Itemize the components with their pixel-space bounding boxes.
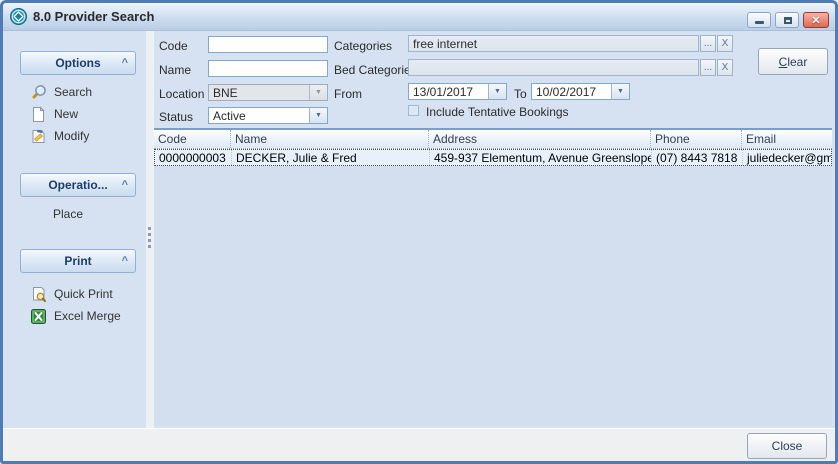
categories-value: free internet: [413, 37, 477, 51]
sidebar-item-search[interactable]: Search: [30, 83, 92, 101]
sidebar-item-label: Modify: [54, 129, 89, 143]
location-label: Location: [159, 87, 204, 101]
to-label: To: [514, 87, 527, 101]
column-header-name[interactable]: Name: [231, 130, 429, 148]
main-panel: Code Name Location BNE ▼ Status Active ▼…: [153, 31, 835, 428]
window-controls: ✕: [747, 12, 829, 28]
cell-email: juliedecker@gmail: [743, 150, 831, 165]
code-label: Code: [159, 39, 188, 53]
sidebar-item-place[interactable]: Place: [53, 205, 83, 223]
column-header-address[interactable]: Address: [429, 130, 651, 148]
close-button[interactable]: Close: [747, 433, 827, 459]
results-grid-header: Code Name Address Phone Email: [154, 130, 832, 149]
bed-categories-field[interactable]: [408, 59, 699, 76]
categories-clear-button[interactable]: X: [717, 35, 733, 52]
name-input[interactable]: [208, 60, 328, 77]
sidebar: Options ^ Search: [3, 31, 146, 428]
to-date-picker[interactable]: 10/02/2017 ▼: [531, 83, 630, 100]
clear-button[interactable]: Clear: [758, 48, 828, 75]
new-document-icon: [30, 106, 47, 123]
sidebar-item-label: Quick Print: [54, 287, 113, 301]
clear-x-icon: X: [722, 62, 729, 73]
clear-x-icon: X: [722, 38, 729, 49]
status-label: Status: [159, 110, 193, 124]
categories-lookup-button[interactable]: ...: [700, 35, 716, 52]
include-tentative-label: Include Tentative Bookings: [426, 105, 569, 119]
cell-code: 0000000003: [155, 150, 232, 165]
bed-categories-label: Bed Categories: [334, 63, 417, 77]
bed-categories-lookup-button[interactable]: ...: [700, 59, 716, 76]
table-row[interactable]: 0000000003 DECKER, Julie & Fred 459-937 …: [154, 149, 832, 166]
provider-search-window: 8.0 Provider Search ✕ Options ^: [0, 0, 838, 464]
include-tentative-checkbox[interactable]: [408, 105, 419, 116]
categories-label: Categories: [334, 39, 392, 53]
splitter-grip-icon: [148, 227, 151, 251]
sidebar-item-modify[interactable]: Modify: [30, 127, 89, 145]
section-title: Operatio...: [48, 178, 107, 192]
sidebar-item-label: New: [54, 107, 78, 121]
sidebar-item-quick-print[interactable]: Quick Print: [30, 285, 113, 303]
maximize-icon: [784, 17, 792, 24]
sidebar-item-label: Search: [54, 85, 92, 99]
close-window-button[interactable]: ✕: [803, 12, 829, 28]
sidebar-section-print[interactable]: Print ^: [20, 249, 136, 273]
minimize-button[interactable]: [747, 12, 771, 28]
cell-name: DECKER, Julie & Fred: [232, 150, 430, 165]
location-dropdown[interactable]: BNE ▼: [208, 84, 328, 101]
app-icon: [10, 8, 27, 25]
chevron-up-icon: ^: [122, 52, 128, 74]
status-dropdown[interactable]: Active ▼: [208, 107, 328, 124]
column-header-email[interactable]: Email: [742, 130, 832, 148]
column-header-code[interactable]: Code: [154, 130, 231, 148]
ellipsis-icon: ...: [704, 38, 712, 49]
window-title: 8.0 Provider Search: [33, 9, 154, 24]
maximize-button[interactable]: [775, 12, 799, 28]
chevron-up-icon: ^: [122, 250, 128, 272]
footer-bar: Close: [3, 428, 835, 461]
dropdown-arrow-icon[interactable]: ▼: [309, 108, 327, 123]
name-label: Name: [159, 63, 191, 77]
cell-phone: (07) 8443 7818: [652, 150, 743, 165]
ellipsis-icon: ...: [704, 62, 712, 73]
dropdown-arrow-icon[interactable]: ▼: [611, 84, 629, 99]
categories-field[interactable]: free internet: [408, 35, 699, 52]
sidebar-item-excel-merge[interactable]: Excel Merge: [30, 307, 121, 325]
chevron-up-icon: ^: [122, 174, 128, 196]
from-date-value: 13/01/2017: [409, 84, 488, 99]
sidebar-section-operations[interactable]: Operatio... ^: [20, 173, 136, 197]
dropdown-arrow-icon[interactable]: ▼: [488, 84, 506, 99]
modify-icon: [30, 128, 47, 145]
results-grid: Code Name Address Phone Email 0000000003…: [154, 128, 832, 425]
search-icon: [30, 84, 47, 101]
sidebar-item-label: Place: [53, 207, 83, 221]
from-date-picker[interactable]: 13/01/2017 ▼: [408, 83, 507, 100]
sidebar-splitter[interactable]: [146, 31, 153, 428]
section-title: Options: [55, 56, 100, 70]
column-header-phone[interactable]: Phone: [651, 130, 742, 148]
status-value: Active: [209, 108, 309, 123]
bed-categories-clear-button[interactable]: X: [717, 59, 733, 76]
excel-icon: [30, 308, 47, 325]
section-title: Print: [64, 254, 91, 268]
titlebar: 8.0 Provider Search ✕: [3, 3, 835, 31]
from-label: From: [334, 87, 362, 101]
sidebar-section-options[interactable]: Options ^: [20, 51, 136, 75]
quick-print-icon: [30, 286, 47, 303]
window-content: Options ^ Search: [3, 31, 835, 428]
dropdown-arrow-icon[interactable]: ▼: [309, 85, 327, 100]
location-value: BNE: [209, 85, 309, 100]
close-icon: ✕: [804, 14, 828, 27]
cell-address: 459-937 Elementum, Avenue Greenslopes 41: [430, 150, 652, 165]
sidebar-item-new[interactable]: New: [30, 105, 78, 123]
code-input[interactable]: [208, 36, 328, 53]
to-date-value: 10/02/2017: [532, 84, 611, 99]
sidebar-item-label: Excel Merge: [54, 309, 121, 323]
minimize-icon: [755, 21, 764, 24]
